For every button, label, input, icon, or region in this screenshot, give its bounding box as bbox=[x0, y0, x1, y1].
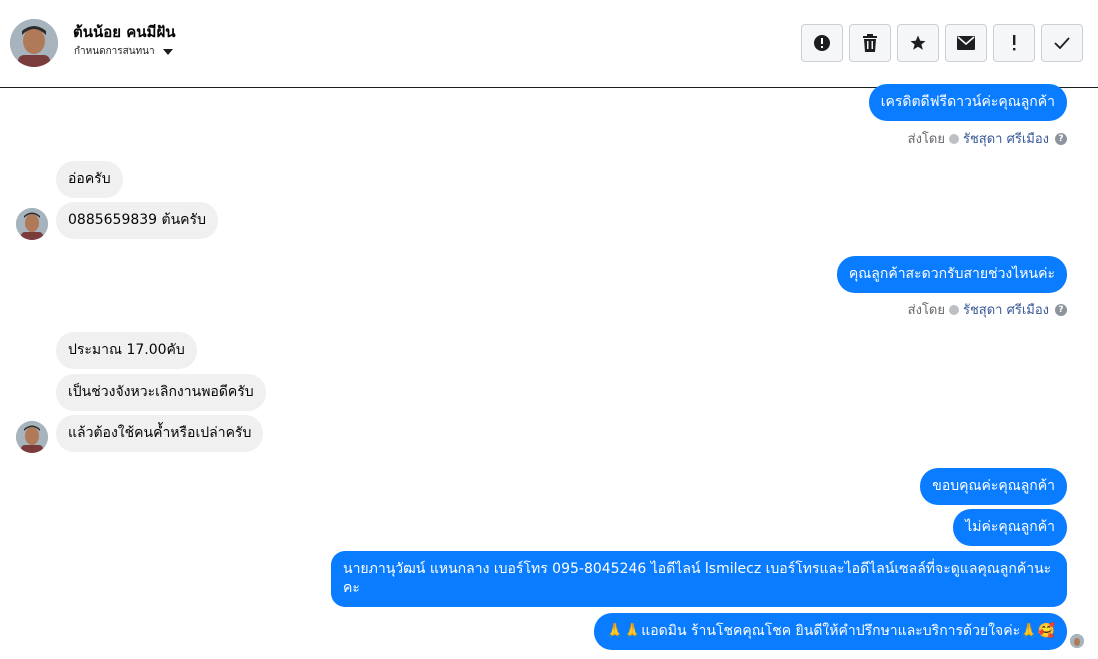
avatar[interactable] bbox=[10, 19, 58, 67]
message-outgoing[interactable]: คุณลูกค้าสะดวกรับสายช่วงไหนค่ะ bbox=[836, 256, 1067, 293]
message-bubble: 🙏🙏แอดมิน ร้านโชคคุณโชค ยินดีให้คำปรึกษาแ… bbox=[594, 613, 1067, 650]
envelope-icon bbox=[957, 36, 975, 50]
conversation-toolbar bbox=[801, 24, 1083, 62]
assign-label: กำหนดการสนทนา bbox=[74, 46, 155, 57]
message-outgoing[interactable]: ขอบคุณค่ะคุณลูกค้า bbox=[920, 468, 1067, 505]
sent-by-info: ส่งโดย รัชสุดา ศรีเมือง ? bbox=[908, 299, 1067, 320]
message-incoming[interactable]: ประมาณ 17.00คับ bbox=[56, 332, 197, 369]
spam-button[interactable] bbox=[801, 24, 843, 62]
star-icon bbox=[910, 35, 926, 50]
help-icon[interactable]: ? bbox=[1055, 132, 1067, 145]
message-outgoing[interactable]: 🙏🙏แอดมิน ร้านโชคคุณโชค ยินดีให้คำปรึกษาแ… bbox=[594, 613, 1067, 650]
message-thread[interactable]: เครดิตดีฟรีดาวน์ค่ะคุณลูกค้า ส่งโดย รัชส… bbox=[0, 84, 1098, 659]
seen-avatar bbox=[1070, 634, 1084, 648]
mark-done-button[interactable] bbox=[1041, 24, 1083, 62]
exclamation-icon bbox=[1013, 35, 1016, 51]
message-bubble: อ่อครับ bbox=[56, 161, 123, 198]
message-bubble: ประมาณ 17.00คับ bbox=[56, 332, 197, 369]
message-bubble: เป็นช่วงจังหวะเลิกงานพอดีครับ bbox=[56, 374, 266, 411]
follow-up-button[interactable] bbox=[993, 24, 1035, 62]
help-icon[interactable]: ? bbox=[1055, 303, 1067, 316]
message-incoming[interactable]: แล้วต้องใช้คนค้ำหรือเปล่าครับ bbox=[56, 415, 264, 452]
message-bubble: คุณลูกค้าสะดวกรับสายช่วงไหนค่ะ bbox=[836, 256, 1067, 293]
sent-by-label: ส่งโดย bbox=[907, 303, 945, 318]
agent-name[interactable]: รัชสุดา ศรีเมือง bbox=[963, 299, 1049, 320]
message-incoming[interactable]: เป็นช่วงจังหวะเลิกงานพอดีครับ bbox=[56, 374, 266, 411]
message-outgoing[interactable]: ไม่ค่ะคุณลูกค้า bbox=[953, 509, 1067, 546]
avatar[interactable] bbox=[16, 421, 48, 453]
message-outgoing[interactable]: นายภานุวัฒน์ แหนกลาง เบอร์โทร 095-804524… bbox=[331, 551, 1067, 607]
chevron-down-icon bbox=[162, 48, 173, 55]
mark-unread-button[interactable] bbox=[945, 24, 987, 62]
avatar[interactable] bbox=[16, 208, 48, 240]
message-incoming[interactable]: 0885659839 ต้นครับ bbox=[56, 202, 218, 239]
star-button[interactable] bbox=[897, 24, 939, 62]
assign-conversation-dropdown[interactable]: กำหนดการสนทนา bbox=[74, 44, 173, 59]
messenger-conversation: ต้นน้อย คนมีฝัน กำหนดการสนทนา เครดิตดีฟร… bbox=[0, 0, 1098, 659]
conversation-header: ต้นน้อย คนมีฝัน กำหนดการสนทนา bbox=[0, 0, 1098, 88]
check-icon bbox=[1054, 37, 1070, 49]
message-bubble: 0885659839 ต้นครับ bbox=[56, 202, 218, 239]
verified-check-icon bbox=[948, 304, 959, 315]
message-bubble: นายภานุวัฒน์ แหนกลาง เบอร์โทร 095-804524… bbox=[331, 551, 1067, 607]
verified-check-icon bbox=[948, 133, 959, 144]
message-bubble: ขอบคุณค่ะคุณลูกค้า bbox=[920, 468, 1067, 505]
message-bubble: ไม่ค่ะคุณลูกค้า bbox=[953, 509, 1067, 546]
message-outgoing[interactable]: เครดิตดีฟรีดาวน์ค่ะคุณลูกค้า bbox=[868, 84, 1067, 121]
contact-name[interactable]: ต้นน้อย คนมีฝัน bbox=[73, 20, 176, 44]
alert-circle-icon bbox=[814, 35, 830, 51]
sent-by-label: ส่งโดย bbox=[907, 132, 945, 147]
agent-name[interactable]: รัชสุดา ศรีเมือง bbox=[963, 128, 1049, 149]
trash-icon bbox=[863, 34, 877, 52]
message-bubble: เครดิตดีฟรีดาวน์ค่ะคุณลูกค้า bbox=[868, 84, 1067, 121]
sent-by-info: ส่งโดย รัชสุดา ศรีเมือง ? bbox=[908, 128, 1067, 149]
message-incoming[interactable]: อ่อครับ bbox=[56, 161, 123, 198]
delete-button[interactable] bbox=[849, 24, 891, 62]
message-bubble: แล้วต้องใช้คนค้ำหรือเปล่าครับ bbox=[56, 415, 264, 452]
